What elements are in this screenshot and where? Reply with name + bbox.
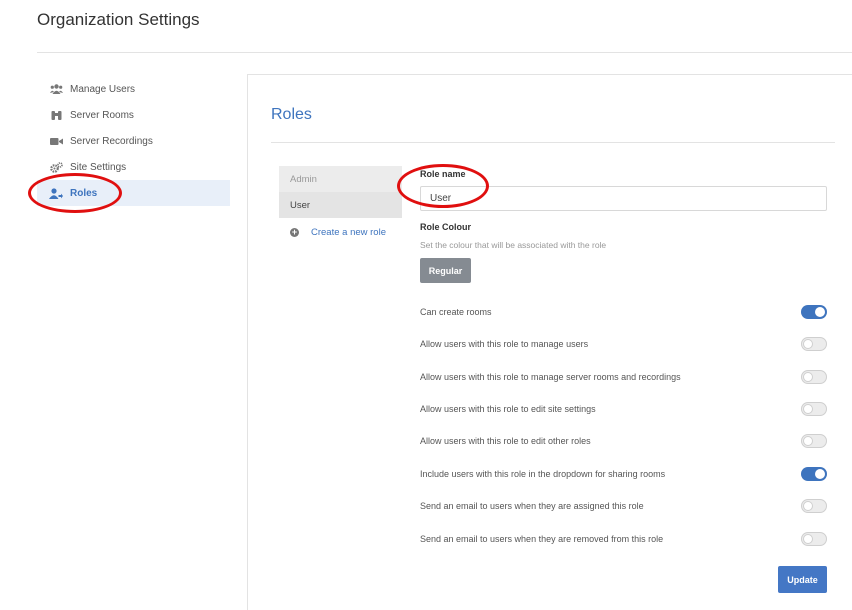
create-role-link[interactable]: + Create a new role: [279, 227, 402, 238]
permission-label: Allow users with this role to edit site …: [420, 404, 596, 414]
create-role-label: Create a new role: [311, 227, 386, 238]
toggle-knob: [803, 404, 813, 414]
role-colour-button[interactable]: Regular: [420, 258, 471, 283]
toggle-knob: [803, 372, 813, 382]
role-name-value: User: [430, 193, 452, 204]
permission-row: Send an email to users when they are ass…: [420, 499, 827, 513]
permission-row: Can create rooms: [420, 305, 827, 319]
toggle-knob: [803, 339, 813, 349]
permission-toggle[interactable]: [801, 499, 827, 513]
sidebar-item-server-rooms[interactable]: Server Rooms: [37, 102, 230, 128]
role-name-label: Role name: [420, 169, 466, 179]
sidebar-item-label: Roles: [70, 187, 98, 199]
sidebar-item-label: Site Settings: [70, 161, 127, 173]
sidebar-item-server-recordings[interactable]: Server Recordings: [37, 128, 230, 154]
permission-toggle[interactable]: [801, 402, 827, 416]
permission-label: Allow users with this role to manage use…: [420, 339, 589, 349]
toggle-knob: [803, 436, 813, 446]
permission-row: Include users with this role in the drop…: [420, 467, 827, 481]
sidebar-item-label: Manage Users: [70, 83, 136, 95]
permission-toggle[interactable]: [801, 370, 827, 384]
cogs-icon: [48, 160, 64, 174]
role-colour-label: Role Colour: [420, 222, 471, 232]
toggle-knob: [803, 534, 813, 544]
sidebar-item-label: Server Rooms: [70, 109, 134, 121]
permission-label: Can create rooms: [420, 307, 492, 317]
permission-row: Allow users with this role to manage use…: [420, 337, 827, 351]
role-list: Admin User + Create a new role: [279, 166, 402, 238]
user-arrow-icon: [48, 186, 64, 200]
update-button[interactable]: Update: [778, 566, 827, 593]
binoculars-icon: [48, 108, 64, 122]
video-camera-icon: [48, 134, 64, 148]
section-title: Roles: [271, 106, 312, 123]
permission-label: Send an email to users when they are ass…: [420, 501, 644, 511]
permission-toggle[interactable]: [801, 434, 827, 448]
permission-label: Send an email to users when they are rem…: [420, 534, 664, 544]
permission-label: Allow users with this role to manage ser…: [420, 372, 681, 382]
permission-row: Allow users with this role to edit other…: [420, 434, 827, 448]
permission-label: Include users with this role in the drop…: [420, 469, 666, 479]
toggle-knob: [803, 501, 813, 511]
role-colour-hint: Set the colour that will be associated w…: [420, 240, 607, 250]
sidebar-item-manage-users[interactable]: Manage Users: [37, 76, 230, 102]
permission-toggle[interactable]: [801, 467, 827, 481]
permission-toggle[interactable]: [801, 337, 827, 351]
sidebar: Manage Users Server Rooms Server Recordi…: [37, 76, 230, 206]
permission-toggle[interactable]: [801, 305, 827, 319]
toggle-knob: [815, 307, 825, 317]
permission-row: Allow users with this role to manage ser…: [420, 370, 827, 384]
permission-row: Send an email to users when they are rem…: [420, 532, 827, 546]
users-icon: [48, 82, 64, 96]
sidebar-item-label: Server Recordings: [70, 135, 153, 147]
permission-toggle[interactable]: [801, 532, 827, 546]
permission-label: Allow users with this role to edit other…: [420, 436, 591, 446]
page-title: Organization Settings: [37, 10, 200, 29]
role-name-input[interactable]: User: [420, 186, 827, 211]
header-divider: [37, 52, 852, 53]
plus-circle-icon: +: [290, 227, 299, 237]
permission-row: Allow users with this role to edit site …: [420, 402, 827, 416]
role-item-user[interactable]: User: [279, 192, 402, 218]
section-divider: [271, 142, 835, 143]
sidebar-item-site-settings[interactable]: Site Settings: [37, 154, 230, 180]
role-item-admin[interactable]: Admin: [279, 166, 402, 192]
toggle-knob: [815, 469, 825, 479]
sidebar-item-roles[interactable]: Roles: [37, 180, 230, 206]
